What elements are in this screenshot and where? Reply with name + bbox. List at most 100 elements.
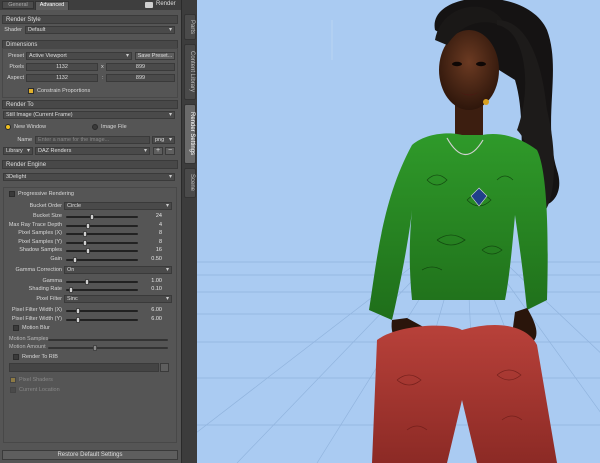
slider-value[interactable]: 1.00 [142,278,162,284]
bucket-order-label: Bucket Order [29,203,62,209]
slider-value[interactable]: 0.50 [142,256,162,262]
colon-separator: : [102,75,104,81]
motion-amount-slider[interactable] [48,345,168,351]
render-button-label[interactable]: Render [156,1,176,7]
slider-track[interactable] [66,214,138,220]
slider-value[interactable]: 8 [142,239,162,245]
motion-amount-label: Motion Amount [9,344,46,350]
shader-label: Shader [4,27,22,33]
slider-value[interactable]: 16 [142,247,162,253]
image-file-radio[interactable] [92,124,98,130]
motion-amount-knob[interactable] [93,345,97,351]
slider-knob[interactable] [69,287,73,293]
library-dropdown[interactable]: Library [3,147,33,155]
slider-track[interactable] [66,256,138,263]
slider-knob[interactable] [73,256,77,263]
slider-label: Gain [50,255,62,262]
new-window-label: New Window [14,124,47,130]
slider-track[interactable] [66,231,138,237]
slider-value[interactable]: 0.10 [142,286,162,292]
aspect-width-field[interactable]: 1132 [26,74,98,82]
side-tab-render-settings[interactable]: Render Settings [184,104,196,164]
constrain-proportions-checkbox[interactable] [28,88,34,94]
slider-track[interactable] [66,239,138,246]
pixel-shaders-label: Pixel Shaders [19,377,53,383]
render-to-rib-checkbox[interactable] [13,354,19,360]
tab-advanced[interactable]: Advanced [35,1,69,10]
current-location-checkbox[interactable] [10,387,16,393]
tab-general[interactable]: General [2,1,34,9]
figure [369,0,560,463]
current-location-label: Current Location [19,387,60,393]
render-engine-header[interactable]: Render Engine [2,160,178,169]
bucket-order-dropdown[interactable]: Circle [64,202,172,210]
slider-value[interactable]: 4 [142,222,162,228]
slider-knob[interactable] [76,308,80,314]
slider-knob[interactable] [83,239,87,246]
slider-track[interactable] [66,222,138,229]
slider-label: Bucket Size [32,213,62,219]
save-preset-button[interactable]: Save Preset... [135,52,175,60]
gamma-correction-dropdown[interactable]: On [64,266,172,274]
new-window-radio[interactable] [5,124,11,130]
slider-value[interactable]: 8 [142,230,162,236]
progressive-rendering-checkbox[interactable] [9,191,15,197]
add-library-button[interactable]: + [153,147,163,155]
slider-track[interactable] [66,287,138,293]
pixel-filter-label: Pixel Filter [36,296,62,302]
render-style-header[interactable]: Render Style [2,15,178,24]
slider-label: Pixel Filter Width (Y) [11,315,62,322]
render-target-dropdown[interactable]: Still Image (Current Frame) [3,111,175,119]
side-tab-content-library[interactable]: Content Library [184,44,196,100]
side-tab-strip: Parts Content Library Render Settings Sc… [181,0,198,463]
rib-path-field[interactable] [9,363,159,372]
rib-browse-button[interactable] [160,363,169,372]
slider-value[interactable]: 6.00 [142,307,162,313]
slider-knob[interactable] [90,214,94,220]
slider-track[interactable] [66,248,138,254]
pixel-shaders-checkbox[interactable] [10,377,16,383]
motion-blur-checkbox[interactable] [13,325,19,331]
slider-knob[interactable] [86,222,90,229]
slider-knob[interactable] [76,316,80,323]
slider-track[interactable] [66,279,138,285]
render-to-header[interactable]: Render To [2,100,178,109]
render-settings-panel: General Advanced Render Render Style Sha… [0,0,181,463]
library-path-dropdown[interactable]: DAZ Renders [35,147,150,155]
slider-label: Pixel Samples (X) [18,230,62,236]
slider-track[interactable] [66,308,138,314]
aspect-height-field[interactable]: 899 [106,74,175,82]
restore-default-settings-button[interactable]: Restore Default Settings [2,450,178,460]
3d-viewport[interactable] [197,0,600,463]
slider-label: Gamma [42,278,62,284]
pixels-width-field[interactable]: 1132 [26,63,98,71]
motion-blur-label: Motion Blur [22,325,50,331]
preset-dropdown[interactable]: Active Viewport [26,52,132,60]
motion-samples-slider[interactable] [48,339,168,341]
slider-value[interactable]: 24 [142,213,162,219]
render-icon[interactable] [145,2,153,8]
image-name-input[interactable]: Enter a name for the image... [35,136,150,144]
slider-track[interactable] [66,316,138,323]
x-separator: x [101,64,104,70]
slider-value[interactable]: 6.00 [142,316,162,322]
slider-knob[interactable] [85,279,89,285]
side-tab-parts[interactable]: Parts [184,14,196,40]
side-tab-scene[interactable]: Scene [184,168,196,198]
motion-samples-label: Motion Samples [9,336,49,342]
shader-dropdown[interactable]: Default [25,26,175,34]
gamma-correction-label: Gamma Correction [15,267,62,273]
aspect-label: Aspect [7,75,24,81]
format-dropdown[interactable]: png [152,136,175,144]
pixel-filter-dropdown[interactable]: Sinc [64,295,172,303]
slider-knob[interactable] [83,231,87,237]
slider-knob[interactable] [86,248,90,254]
pixels-height-field[interactable]: 899 [106,63,175,71]
render-to-rib-label: Render To RIB [22,354,58,360]
remove-library-button[interactable]: − [165,147,175,155]
slider-label: Max Ray Trace Depth [8,221,62,228]
constrain-proportions-label: Constrain Proportions [37,88,91,94]
viewport-scene [197,0,600,463]
slider-label: Pixel Samples (Y) [18,238,62,245]
render-engine-dropdown[interactable]: 3Delight [3,173,175,181]
